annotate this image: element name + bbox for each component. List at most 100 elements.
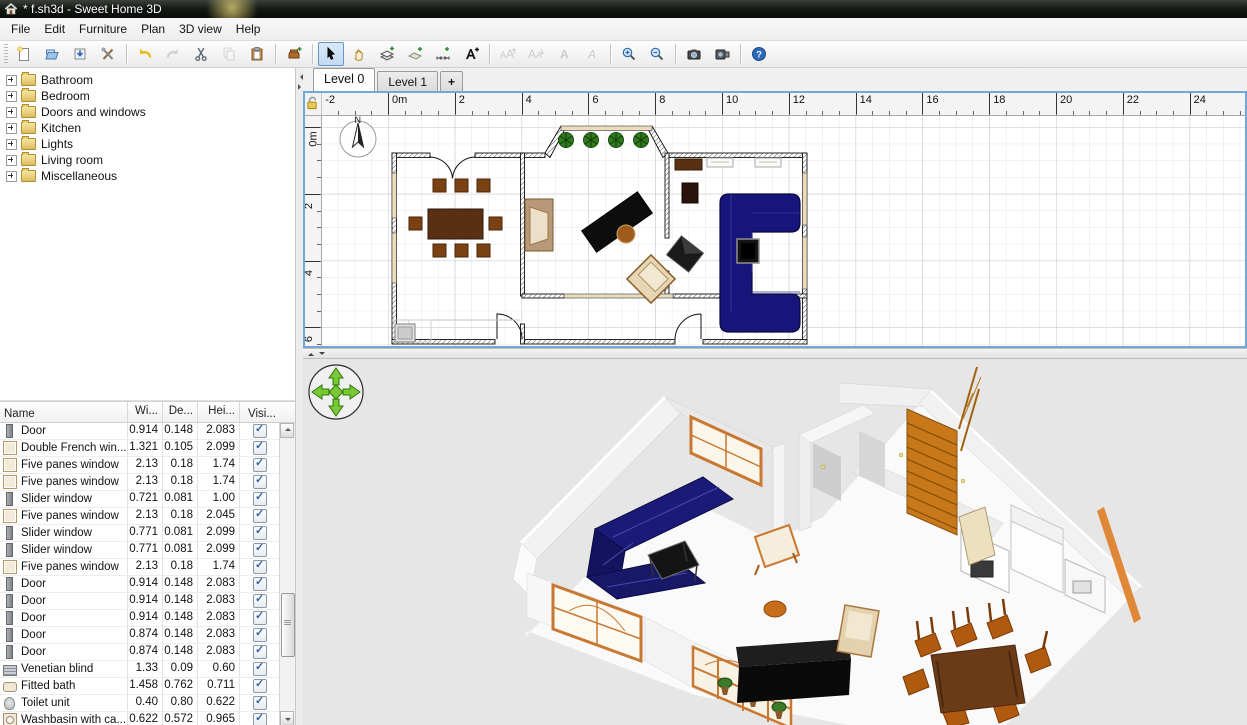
plan-armchair[interactable] bbox=[525, 199, 553, 251]
visible-checkbox[interactable] bbox=[253, 628, 267, 642]
copy-icon[interactable] bbox=[216, 42, 242, 66]
plan-coffee-table[interactable] bbox=[737, 239, 759, 263]
visible-checkbox[interactable] bbox=[253, 458, 267, 472]
menu-file[interactable]: File bbox=[4, 19, 37, 39]
expand-up-icon[interactable] bbox=[308, 350, 314, 356]
expand-plus-icon[interactable] bbox=[6, 139, 17, 150]
table-row[interactable]: Slider window0.7710.0812.099 bbox=[0, 542, 280, 559]
tree-item-miscellaneous[interactable]: Miscellaneous bbox=[0, 168, 295, 184]
visible-checkbox[interactable] bbox=[253, 577, 267, 591]
visible-checkbox[interactable] bbox=[253, 679, 267, 693]
column-header-4[interactable]: Visi... bbox=[240, 402, 280, 422]
plan-washer[interactable] bbox=[395, 324, 415, 342]
visible-checkbox[interactable] bbox=[253, 645, 267, 659]
scroll-down-arrow-icon[interactable] bbox=[280, 711, 294, 725]
create-dimensions-icon[interactable] bbox=[430, 42, 456, 66]
redo-icon[interactable] bbox=[160, 42, 186, 66]
title-bar[interactable]: * f.sh3d - Sweet Home 3D bbox=[0, 0, 1247, 18]
visible-checkbox[interactable] bbox=[253, 441, 267, 455]
zoom-in-icon[interactable] bbox=[616, 42, 642, 66]
table-row[interactable]: Door0.9140.1482.083 bbox=[0, 423, 280, 440]
visible-checkbox[interactable] bbox=[253, 492, 267, 506]
visible-checkbox[interactable] bbox=[253, 662, 267, 676]
table-row[interactable]: Venetian blind1.330.090.60 bbox=[0, 661, 280, 678]
expand-plus-icon[interactable] bbox=[6, 75, 17, 86]
create-rooms-icon[interactable] bbox=[402, 42, 428, 66]
table-row[interactable]: Washbasin with ca...0.6220.5720.965 bbox=[0, 712, 280, 725]
column-header-1[interactable]: Wi... bbox=[128, 402, 163, 422]
table-row[interactable]: Door0.9140.1482.083 bbox=[0, 576, 280, 593]
save-icon[interactable] bbox=[67, 42, 93, 66]
expand-plus-icon[interactable] bbox=[6, 155, 17, 166]
column-header-2[interactable]: De... bbox=[163, 402, 198, 422]
open-icon[interactable] bbox=[39, 42, 65, 66]
visible-checkbox[interactable] bbox=[253, 696, 267, 710]
zoom-out-icon[interactable] bbox=[644, 42, 670, 66]
expand-down-icon[interactable] bbox=[319, 352, 325, 358]
tree-item-bedroom[interactable]: Bedroom bbox=[0, 88, 295, 104]
expand-plus-icon[interactable] bbox=[6, 171, 17, 182]
table-row[interactable]: Five panes window2.130.181.74 bbox=[0, 474, 280, 491]
visible-checkbox[interactable] bbox=[253, 526, 267, 540]
visible-checkbox[interactable] bbox=[253, 543, 267, 557]
add-furniture-icon[interactable] bbox=[281, 42, 307, 66]
scroll-up-arrow-icon[interactable] bbox=[280, 423, 294, 438]
expand-plus-icon[interactable] bbox=[6, 91, 17, 102]
menu-plan[interactable]: Plan bbox=[134, 19, 172, 39]
visible-checkbox[interactable] bbox=[253, 713, 267, 725]
select-icon[interactable] bbox=[318, 42, 344, 66]
cut-icon[interactable] bbox=[188, 42, 214, 66]
stool-3d[interactable] bbox=[764, 601, 786, 617]
table-row[interactable]: Double French win...1.3210.1052.099 bbox=[0, 440, 280, 457]
lounge-chair-3d[interactable] bbox=[837, 605, 879, 657]
visible-checkbox[interactable] bbox=[253, 475, 267, 489]
italic-icon[interactable]: A bbox=[579, 42, 605, 66]
column-header-0[interactable]: Name bbox=[0, 402, 128, 422]
table-row[interactable]: Slider window0.7210.0811.00 bbox=[0, 491, 280, 508]
table-row[interactable]: Slider window0.7710.0812.099 bbox=[0, 525, 280, 542]
column-header-3[interactable]: Hei... bbox=[198, 402, 240, 422]
menu-edit[interactable]: Edit bbox=[37, 19, 72, 39]
add-level-tab[interactable]: + bbox=[440, 71, 463, 91]
horizontal-splitter[interactable] bbox=[303, 348, 1247, 359]
table-row[interactable]: Door0.9140.1482.083 bbox=[0, 610, 280, 627]
table-row[interactable]: Door0.8740.1482.083 bbox=[0, 644, 280, 661]
expand-plus-icon[interactable] bbox=[6, 107, 17, 118]
bold-icon[interactable]: A bbox=[551, 42, 577, 66]
table-row[interactable]: Five panes window2.130.181.74 bbox=[0, 457, 280, 474]
visible-checkbox[interactable] bbox=[253, 594, 267, 608]
scrollbar-thumb[interactable] bbox=[281, 593, 295, 657]
plan-lock-corner[interactable] bbox=[305, 93, 322, 116]
view-3d[interactable] bbox=[303, 359, 1247, 725]
menu-help[interactable]: Help bbox=[229, 19, 268, 39]
add-text-icon[interactable] bbox=[458, 42, 484, 66]
visible-checkbox[interactable] bbox=[253, 560, 267, 574]
toolbar-grip[interactable] bbox=[4, 44, 8, 64]
plan-cabinet[interactable] bbox=[682, 183, 698, 203]
tree-item-kitchen[interactable]: Kitchen bbox=[0, 120, 295, 136]
decrease-text-size-icon[interactable]: AA bbox=[523, 42, 549, 66]
plan-canvas[interactable]: N bbox=[321, 115, 1246, 346]
plan-stool[interactable] bbox=[617, 225, 635, 243]
table-row[interactable]: Toilet unit0.400.800.622 bbox=[0, 695, 280, 712]
collapse-right-icon[interactable] bbox=[298, 84, 304, 90]
tree-item-bathroom[interactable]: Bathroom bbox=[0, 72, 295, 88]
table-row[interactable]: Five panes window2.130.181.74 bbox=[0, 559, 280, 576]
sideboard-3d[interactable] bbox=[736, 639, 851, 703]
increase-text-size-icon[interactable]: AA bbox=[495, 42, 521, 66]
pan-icon[interactable] bbox=[346, 42, 372, 66]
tree-item-doors-and-windows[interactable]: Doors and windows bbox=[0, 104, 295, 120]
tree-item-lights[interactable]: Lights bbox=[0, 136, 295, 152]
table-row[interactable]: Door0.9140.1482.083 bbox=[0, 593, 280, 610]
vertical-splitter[interactable] bbox=[296, 68, 303, 725]
plan-desk[interactable] bbox=[675, 159, 702, 170]
visible-checkbox[interactable] bbox=[253, 509, 267, 523]
menu-furniture[interactable]: Furniture bbox=[72, 19, 134, 39]
tab-level-1[interactable]: Level 1 bbox=[377, 71, 438, 91]
undo-icon[interactable] bbox=[132, 42, 158, 66]
tab-level-0[interactable]: Level 0 bbox=[313, 68, 375, 91]
plan-view[interactable]: -20m24681012141618202224 0m246 bbox=[303, 91, 1247, 348]
table-row[interactable]: Five panes window2.130.182.045 bbox=[0, 508, 280, 525]
new-home-icon[interactable] bbox=[11, 42, 37, 66]
furniture-table-scrollbar[interactable] bbox=[279, 423, 295, 725]
